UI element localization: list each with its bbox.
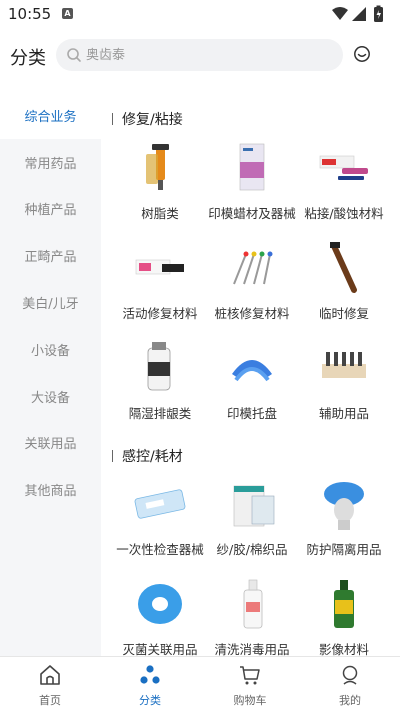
category-item-label: 活动修复材料 bbox=[122, 306, 198, 321]
removable-prosthesis-material-image bbox=[135, 259, 184, 275]
category-item-impression-wax[interactable]: 印模蜡材及器械 bbox=[204, 140, 300, 223]
sidebar-item-whitening-pediatric[interactable]: 美白/儿牙 bbox=[0, 279, 101, 326]
auxiliary-tools-image bbox=[322, 352, 366, 378]
category-item-auxiliary[interactable]: 辅助用品 bbox=[296, 340, 392, 423]
category-item-label: 影像材料 bbox=[318, 642, 369, 656]
sidebar-item-comprehensive[interactable]: 综合业务 bbox=[0, 92, 101, 139]
tab-category[interactable]: 分类 bbox=[100, 657, 200, 711]
protective-cap-image bbox=[324, 482, 364, 530]
system-status-icons bbox=[332, 5, 383, 22]
tab-label: 首页 bbox=[39, 694, 61, 707]
category-item-label: 临时修复 bbox=[318, 306, 369, 321]
sterilization-roll-image bbox=[138, 584, 182, 624]
category-item-label: 防护隔离用品 bbox=[306, 542, 382, 557]
category-item-label: 清洗消毒用品 bbox=[214, 642, 290, 656]
wifi-icon bbox=[332, 7, 348, 20]
status-time: 10:55 bbox=[8, 5, 52, 23]
section-divider bbox=[112, 113, 113, 125]
signal-icon bbox=[352, 7, 366, 21]
category-item-removable-prosthesis[interactable]: 活动修复材料 bbox=[112, 240, 208, 323]
category-item-protective-isolation[interactable]: 防护隔离用品 bbox=[296, 476, 392, 559]
category-item-resin[interactable]: 树脂类 bbox=[112, 140, 208, 223]
retraction-cord-image bbox=[147, 342, 171, 391]
sidebar-item-common-drugs[interactable]: 常用药品 bbox=[0, 139, 101, 186]
category-item-label: 树脂类 bbox=[141, 206, 179, 221]
section-title-text: 感控/耗材 bbox=[122, 449, 183, 465]
category-item-sterilization[interactable]: 灭菌关联用品 bbox=[112, 576, 208, 656]
customer-service-icon[interactable] bbox=[353, 45, 371, 63]
sidebar-item-small-equipment[interactable]: 小设备 bbox=[0, 326, 101, 373]
category-item-label: 粘接/酸蚀材料 bbox=[304, 206, 384, 221]
tab-cart[interactable]: 购物车 bbox=[200, 657, 300, 711]
tab-label: 分类 bbox=[139, 694, 161, 707]
section-title-text: 修复/粘接 bbox=[122, 112, 183, 128]
category-item-label: 纱/胶/棉织品 bbox=[216, 542, 288, 557]
status-bar: 10:55 A bbox=[0, 0, 400, 28]
category-item-impression-tray[interactable]: 印模托盘 bbox=[204, 340, 300, 423]
category-item-temporary-restoration[interactable]: 临时修复 bbox=[296, 240, 392, 323]
search-bar[interactable] bbox=[56, 39, 343, 71]
temporary-syringe-image bbox=[330, 242, 357, 293]
tab-label: 我的 bbox=[339, 694, 361, 707]
category-item-cleaning-disinfection[interactable]: 清洗消毒用品 bbox=[204, 576, 300, 656]
resin-syringe-image bbox=[146, 144, 169, 190]
sidebar-item-orthodontic[interactable]: 正畸产品 bbox=[0, 232, 101, 279]
category-item-post-core[interactable]: 桩核修复材料 bbox=[204, 240, 300, 323]
sidebar-item-other-goods[interactable]: 其他商品 bbox=[0, 466, 101, 513]
profile-icon bbox=[342, 665, 358, 685]
category-item-disposable-instruments[interactable]: 一次性检查器械 bbox=[112, 476, 208, 559]
sidebar-item-related-supplies[interactable]: 关联用品 bbox=[0, 420, 101, 467]
sidebar-item-large-equipment[interactable]: 大设备 bbox=[0, 373, 101, 420]
bottom-tab-bar: 首页 分类 购物车 我的 bbox=[0, 656, 400, 711]
sidebar-item-implant[interactable]: 种植产品 bbox=[0, 186, 101, 233]
category-item-label: 一次性检查器械 bbox=[116, 542, 204, 557]
fiber-post-image bbox=[233, 251, 273, 285]
category-sidebar: 综合业务 常用药品 种植产品 正畸产品 美白/儿牙 小设备 大设备 关联用品 其… bbox=[0, 92, 101, 656]
category-item-moisture-retraction[interactable]: 隔湿排龈类 bbox=[112, 340, 208, 423]
gauze-pack-image bbox=[233, 485, 275, 527]
category-item-imaging-materials[interactable]: 影像材料 bbox=[296, 576, 392, 656]
category-content: 修复/粘接 树脂类 印模蜡材及器械 粘接/酸蚀材料 活动修复材料 桩核修复材料 … bbox=[104, 92, 400, 656]
search-icon bbox=[67, 48, 81, 62]
page-title: 分类 bbox=[10, 48, 46, 69]
impression-tray-image bbox=[232, 360, 272, 382]
disinfectant-bottle-image bbox=[243, 579, 263, 629]
adhesive-kit-image bbox=[319, 155, 368, 180]
category-item-label: 辅助用品 bbox=[318, 406, 369, 421]
tab-label: 购物车 bbox=[233, 694, 267, 707]
notification-badge-icon: A bbox=[62, 8, 73, 19]
home-icon bbox=[40, 665, 60, 685]
impression-wax-box-image bbox=[239, 143, 265, 191]
category-item-gauze-cotton[interactable]: 纱/胶/棉织品 bbox=[204, 476, 300, 559]
cart-icon bbox=[240, 666, 260, 685]
tab-profile[interactable]: 我的 bbox=[300, 657, 400, 711]
disposable-kit-image bbox=[134, 489, 186, 519]
section-title-restoration: 修复/粘接 bbox=[112, 109, 183, 129]
section-title-infection-control: 感控/耗材 bbox=[112, 446, 183, 466]
category-item-label: 桩核修复材料 bbox=[214, 306, 290, 321]
category-item-label: 印模蜡材及器械 bbox=[208, 206, 296, 221]
category-item-label: 灭菌关联用品 bbox=[122, 642, 198, 656]
section-divider bbox=[112, 450, 113, 462]
category-item-label: 印模托盘 bbox=[226, 406, 277, 421]
tab-home[interactable]: 首页 bbox=[0, 657, 100, 711]
imaging-bottle-image bbox=[334, 580, 354, 628]
category-icon bbox=[140, 665, 160, 684]
category-item-adhesive-etching[interactable]: 粘接/酸蚀材料 bbox=[296, 140, 392, 223]
header: 分类 bbox=[0, 28, 400, 84]
category-item-label: 隔湿排龈类 bbox=[128, 406, 192, 421]
search-input[interactable] bbox=[86, 39, 326, 71]
